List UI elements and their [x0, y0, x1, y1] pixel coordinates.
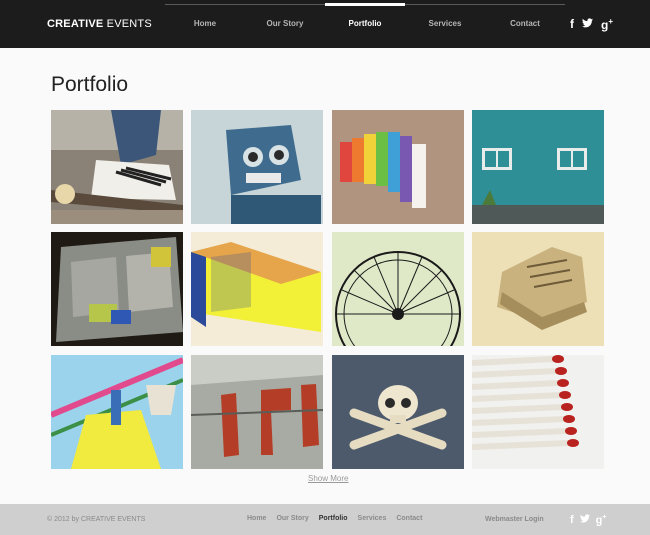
- header: CREATIVE EVENTS Home Our Story Portfolio…: [0, 0, 650, 48]
- nav-services-label: Services: [428, 19, 462, 28]
- nav-contact[interactable]: Contact: [485, 0, 565, 48]
- portfolio-tile-old-airplane[interactable]: [191, 355, 323, 469]
- footer-twitter-icon[interactable]: [579, 514, 590, 527]
- webmaster-login-link[interactable]: Webmaster Login: [485, 516, 544, 523]
- footer-nav-services[interactable]: Services: [358, 515, 387, 522]
- portfolio-tile-worn-sneakers[interactable]: [472, 232, 604, 346]
- footer-facebook-icon[interactable]: f: [570, 514, 574, 527]
- facebook-icon[interactable]: f: [570, 17, 574, 31]
- nav-our-story-label: Our Story: [266, 19, 304, 28]
- portfolio-tile-skull[interactable]: [332, 355, 464, 469]
- portfolio-tile-matchsticks[interactable]: [472, 355, 604, 469]
- footer-social: f g+: [570, 514, 607, 527]
- portfolio-tile-ferris-wheel[interactable]: [332, 232, 464, 346]
- twitter-icon[interactable]: [582, 17, 593, 31]
- portfolio-tile-skateboard[interactable]: [51, 110, 183, 224]
- footer: © 2012 by CREATIVE EVENTS Home Our Story…: [0, 504, 650, 535]
- footer-nav-contact[interactable]: Contact: [396, 515, 422, 522]
- logo-light: EVENTS: [103, 18, 152, 30]
- footer-nav: Home Our Story Portfolio Services Contac…: [247, 515, 422, 522]
- copyright-text: © 2012 by CREATIVE EVENTS: [47, 516, 146, 523]
- nav-portfolio[interactable]: Portfolio: [325, 0, 405, 48]
- nav-our-story[interactable]: Our Story: [245, 0, 325, 48]
- portfolio-tile-teal-wall[interactable]: [472, 110, 604, 224]
- nav-portfolio-label: Portfolio: [348, 19, 382, 28]
- footer-nav-portfolio[interactable]: Portfolio: [319, 515, 348, 522]
- site-logo[interactable]: CREATIVE EVENTS: [47, 18, 152, 30]
- nav-home-label: Home: [193, 19, 217, 28]
- portfolio-tile-crayons[interactable]: [332, 110, 464, 224]
- google-plus-icon[interactable]: g+: [601, 15, 613, 32]
- portfolio-tile-robot[interactable]: [191, 110, 323, 224]
- logo-bold: CREATIVE: [47, 18, 104, 30]
- main-nav: Home Our Story Portfolio Services Contac…: [165, 0, 565, 48]
- nav-contact-label: Contact: [510, 19, 540, 28]
- nav-services[interactable]: Services: [405, 0, 485, 48]
- page-title: Portfolio: [51, 73, 129, 96]
- portfolio-tile-sink[interactable]: [51, 232, 183, 346]
- footer-nav-our-story[interactable]: Our Story: [276, 515, 308, 522]
- show-more-link[interactable]: Show More: [308, 474, 348, 483]
- footer-nav-home[interactable]: Home: [247, 515, 266, 522]
- portfolio-tile-carnival-ride[interactable]: [51, 355, 183, 469]
- portfolio-tile-matchbox[interactable]: [191, 232, 323, 346]
- nav-home[interactable]: Home: [165, 0, 245, 48]
- header-social: f g+: [570, 15, 613, 33]
- portfolio-grid: [51, 110, 604, 469]
- footer-google-plus-icon[interactable]: g+: [596, 514, 607, 527]
